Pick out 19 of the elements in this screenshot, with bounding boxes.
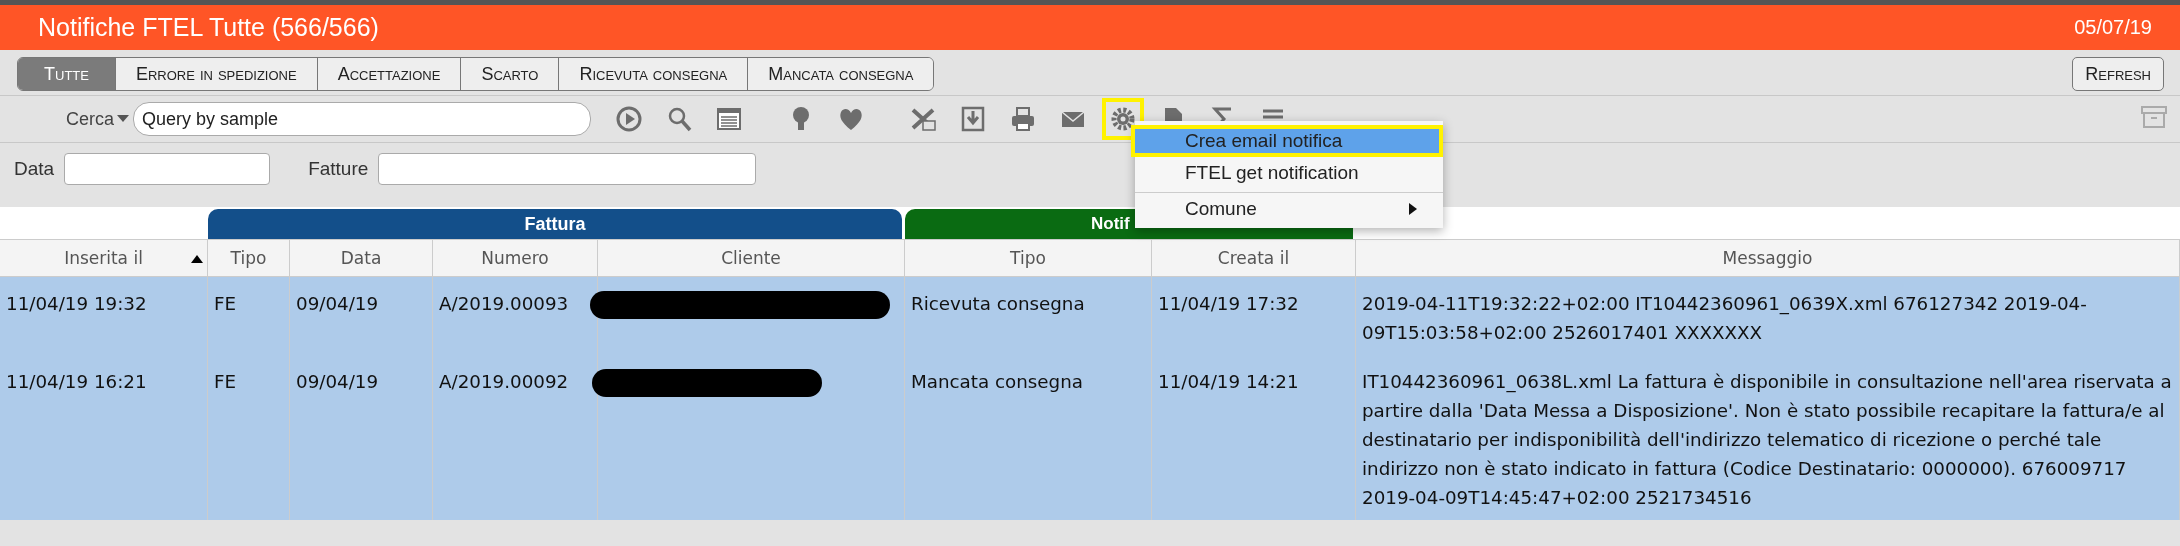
table-cell: 11/04/19 17:32 xyxy=(1152,277,1356,355)
table-cell: 2019-04-11T19:32:22+02:00 IT10442360961_0639X.xml 676127342 2019-04-09T15:03:58+02:00 2526017401 XXXXXXX xyxy=(1356,277,2180,355)
table-cell: FE xyxy=(208,355,290,520)
table-cell: Mancata consegna xyxy=(905,355,1152,520)
window-title: Notifiche FTEL Tutte (566/566) xyxy=(38,13,379,42)
column-group-header: Fattura xyxy=(208,209,902,239)
table-cell: IT10442360961_0638L.xml La fattura è disponibile in consultazione nell'area riservata a partire dalla 'Data Messa a Disposizione'. Non è stato possibile recapitare la fattura/e al destinatario per indisponibilità dell'indirizzo telematico di ricezione o perché tale indirizzo non è stato indicato in fattura (Codice Destinatario: 0000000). 676009717 2019-04-09T14:45:47+02:00 2521734516 xyxy=(1356,355,2180,520)
table-cell: 11/04/19 16:21 xyxy=(0,355,208,520)
table-cell: 11/04/19 14:21 xyxy=(1152,355,1356,520)
table-cell: A/2019.00092 xyxy=(433,355,598,520)
table-cell: Ricevuta consegna xyxy=(905,277,1152,355)
table-cell: FE xyxy=(208,277,290,355)
filter-label: Data xyxy=(14,158,55,180)
date-label: 05/07/19 xyxy=(2074,16,2152,39)
table-cell: 09/04/19 xyxy=(290,277,433,355)
table-cell: 11/04/19 19:32 xyxy=(0,277,208,355)
table-cell: A/2019.00093 xyxy=(433,277,598,355)
table-cell: 09/04/19 xyxy=(290,355,433,520)
filter-label: Fatture xyxy=(308,158,369,180)
